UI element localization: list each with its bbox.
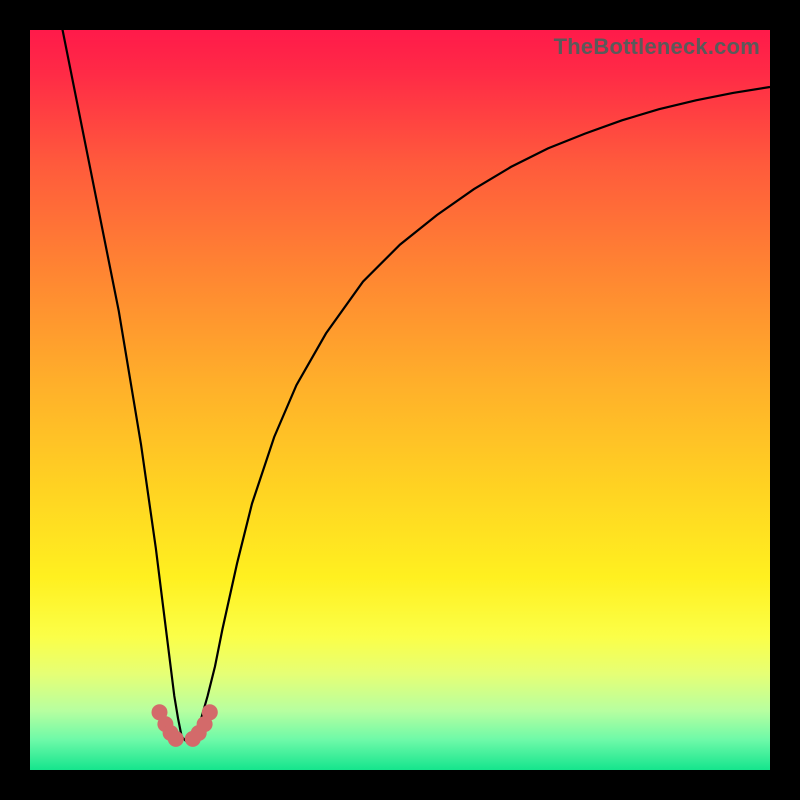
bottleneck-curve-line: [60, 30, 770, 740]
chart-plot-area: TheBottleneck.com: [30, 30, 770, 770]
highlight-marker: [202, 704, 218, 720]
highlight-marker: [168, 731, 184, 747]
watermark-text: TheBottleneck.com: [554, 34, 760, 60]
bottleneck-chart: [30, 30, 770, 770]
